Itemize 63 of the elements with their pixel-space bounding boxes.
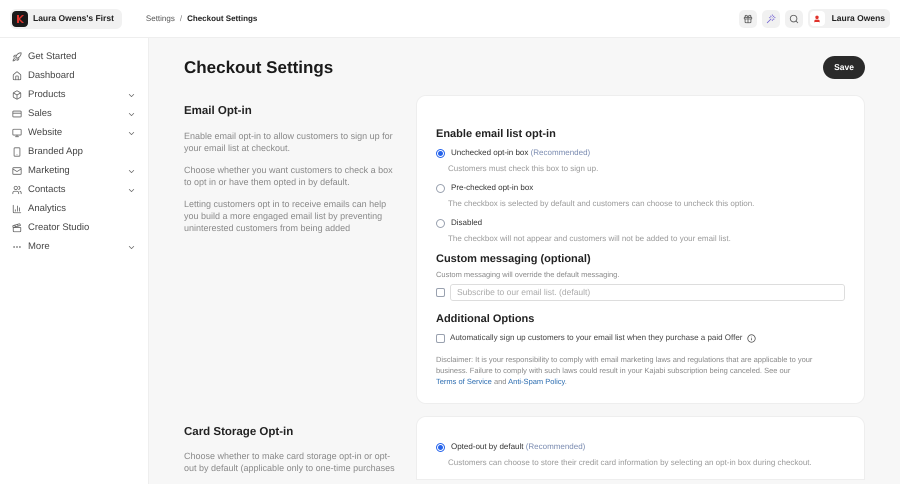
option-description: Customers must check this box to sign up. [448,163,600,175]
option-description: Customers can choose to store their credit card information by selecting an opt-in box during checkout. [448,457,813,470]
section-description: Choose whether you want customers to check a box to opt in or have them opted in by default. [184,164,394,188]
brand-name: Laura Owens's First [33,12,114,25]
page-title: Checkout Settings [184,57,334,79]
breadcrumb-item[interactable]: Settings [146,12,175,24]
wand-icon [766,14,776,24]
brand-chip[interactable]: Laura Owens's First [10,8,122,28]
sidebar-item[interactable]: Branded App [12,143,136,161]
option-label: Opted-out by default (Recommended) [451,441,586,454]
checkbox-label: Automatically sign up customers to your email list when they purchase a paid Offer [450,332,742,344]
breadcrumb-separator: / [180,12,182,24]
sidebar-item[interactable]: Products [12,86,136,104]
option-label: Unchecked opt-in box (Recommended) [451,147,590,159]
clapperboard-icon [12,223,22,233]
phone-icon [12,147,22,157]
save-button[interactable]: Save [823,56,865,80]
breadcrumb-item: Checkout Settings [187,12,258,24]
checkbox[interactable] [436,334,445,343]
sidebar-item[interactable]: More [12,238,136,256]
user-button[interactable]: Laura Owens [808,9,890,28]
bar-chart-icon [12,204,22,214]
users-icon [12,185,22,195]
radio-button[interactable] [436,184,445,192]
radio-button[interactable] [436,442,445,452]
section-title: Card Storage Opt-in [184,425,294,440]
section-description: Enable email opt-in to allow customers to sign up for your email list at checkout. [184,130,394,154]
wand-button[interactable] [762,10,780,28]
sidebar-item[interactable]: Dashboard [12,67,136,85]
checkbox[interactable] [436,288,445,297]
sidebar-item[interactable]: Sales [12,105,136,123]
house-icon [12,71,22,81]
sidebar-item[interactable]: Website [12,124,136,142]
message-input[interactable]: Subscribe to our email list. (default) [450,284,845,301]
card-heading: Custom messaging (optional) [436,252,592,267]
radio-button[interactable] [436,148,445,158]
option-description: The checkbox will not appear and customers will not be added to your email list. [448,233,732,245]
section-description: Choose whether to make card storage opt-in or opt-out by default (applicable only to one-time purchases [184,450,396,474]
mail-icon [12,166,22,176]
radio-button[interactable] [436,218,445,228]
monitor-icon [12,128,22,138]
sidebar-item[interactable]: Contacts [12,181,136,199]
gift-icon [742,14,753,24]
section-title: Email Opt-in [184,104,253,118]
section-description: Letting customers opt in to receive emails can help you build a more engaged email list by preventing uninterested customers from being added [184,198,388,234]
search-icon [788,14,799,24]
box-icon [12,90,22,100]
option-label: Pre-checked opt-in box [451,182,534,194]
sidebar-item[interactable]: Creator Studio [12,219,136,237]
card-heading: Enable email list opt-in [436,126,557,142]
card-icon [12,109,22,119]
logo-icon [12,10,28,26]
option-label: Disabled [451,217,482,229]
user-icon [810,11,825,26]
info-icon[interactable] [747,334,756,343]
option-description: The checkbox is selected by default and customers can choose to uncheck this option. [448,198,756,210]
rocket-icon [12,52,22,62]
sidebar-item[interactable]: Analytics [12,200,136,218]
search-button[interactable] [784,10,803,28]
sidebar-item[interactable]: Get Started [12,48,136,66]
gift-button[interactable] [738,10,757,28]
sidebar-item[interactable]: Marketing [12,162,136,180]
card-heading: Additional Options [436,312,536,327]
